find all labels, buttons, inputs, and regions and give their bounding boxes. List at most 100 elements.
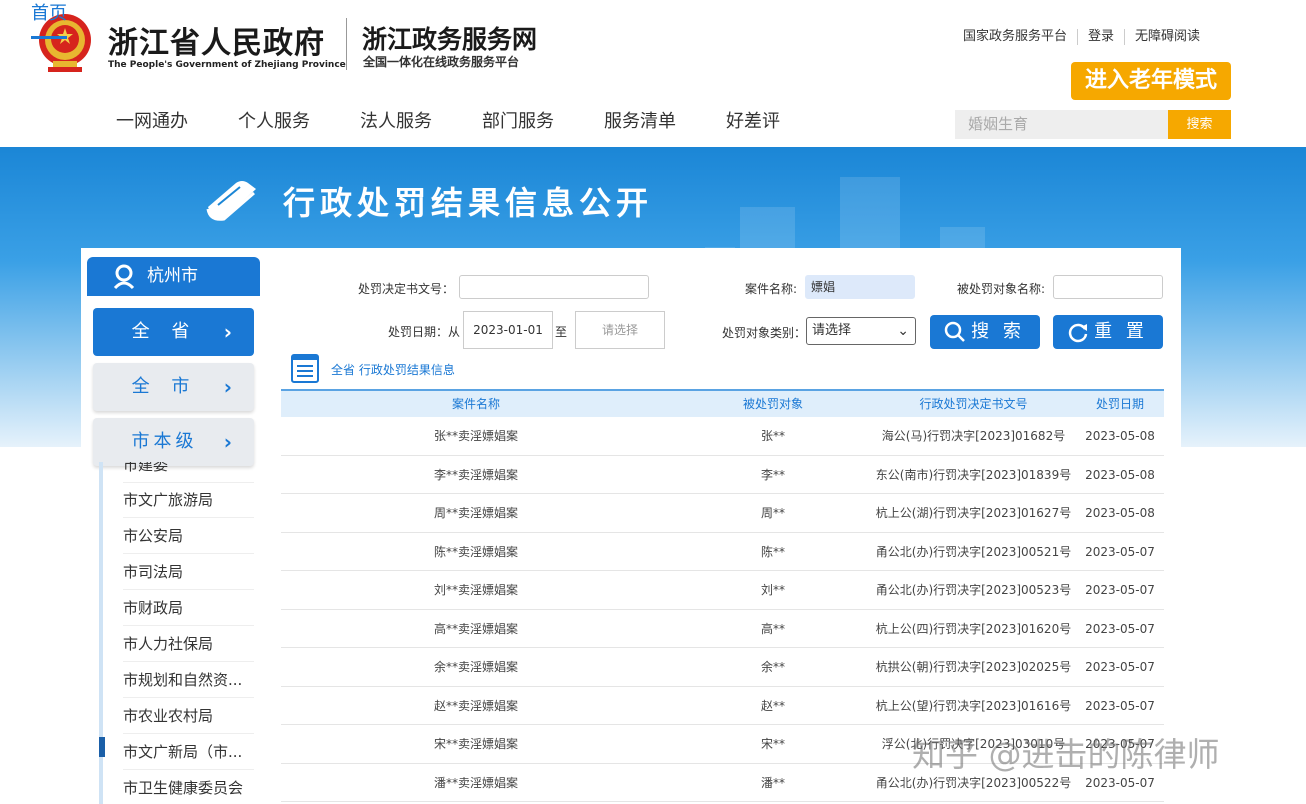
sidebar-item[interactable]: 市公安局	[123, 518, 254, 554]
case-name-input[interactable]: 嫖娼	[805, 275, 915, 299]
nav-home[interactable]: 首页	[31, 0, 67, 39]
cell-doc-no: 甬公北(办)行罚决字[2023]00523号	[875, 583, 1072, 597]
login-link[interactable]: 登录	[1076, 29, 1124, 45]
date-to-label: 至	[555, 325, 568, 339]
cell-case-name[interactable]: 潘**卖淫嫖娼案	[361, 764, 591, 802]
national-platform-link[interactable]: 国家政务服务平台	[953, 29, 1077, 45]
table-row[interactable]: 余**卖淫嫖娼案 余** 杭拱公(朝)行罚决字[2023]02025号 2023-05…	[281, 648, 1164, 687]
sidebar-item[interactable]: 市建委	[123, 462, 254, 483]
nav-one-stop[interactable]: 一网通办	[116, 108, 188, 147]
cell-target: 陈**	[760, 544, 785, 559]
search-button[interactable]: 搜 索	[930, 315, 1040, 349]
cell-target: 刘**	[760, 583, 785, 597]
table-row[interactable]: 李**卖淫嫖娼案 李** 东公(南市)行罚决字[2023]01839号 2023-05…	[281, 456, 1164, 494]
table-row[interactable]: 张**卖淫嫖娼案 张** 海公(马)行罚决字[2023]01682号 2023-05-…	[281, 417, 1164, 456]
gov-title: 浙江省人民政府	[108, 26, 325, 61]
refresh-icon	[1068, 323, 1088, 343]
cell-date: 2023-05-07	[1085, 583, 1155, 597]
location-pin-icon	[113, 264, 135, 290]
cell-doc-no: 海公(马)行罚决字[2023]01682号	[881, 429, 1066, 443]
nav-department[interactable]: 部门服务	[482, 108, 554, 147]
cell-doc-no: 杭上公(四)行罚决字[2023]01620号	[875, 621, 1072, 636]
site-search-button[interactable]: 搜索	[1168, 110, 1231, 139]
cell-target: 张**	[760, 429, 785, 443]
chevron-down-icon: ⌄	[897, 323, 909, 339]
sidebar-item[interactable]: 市卫生健康委员会	[123, 770, 254, 804]
header-divider	[346, 18, 347, 70]
header-date: 处罚日期	[1095, 397, 1144, 411]
nav-personal[interactable]: 个人服务	[238, 108, 310, 147]
sidebar-department-list: 市建委 市文广旅游局 市公安局 市司法局 市财政局 市人力社保局 市规划和自然资…	[93, 462, 254, 804]
cell-case-name[interactable]: 赵**卖淫嫖娼案	[361, 687, 591, 725]
top-links: 国家政务服务平台 登录 无障碍阅读	[953, 29, 1210, 45]
sidebar-province-button[interactable]: 全 省 ›	[93, 308, 254, 356]
target-type-value: 请选择	[812, 323, 852, 338]
cell-case-name[interactable]: 刘**卖淫嫖娼案	[361, 571, 591, 609]
cell-target: 高**	[760, 621, 785, 636]
sidebar-item[interactable]: 市规划和自然资...	[123, 662, 254, 698]
header-target: 被处罚对象	[742, 397, 803, 411]
table-row[interactable]: 赵**卖淫嫖娼案 赵** 杭上公(望)行罚决字[2023]01616号 2023-05…	[281, 687, 1164, 725]
cell-target: 潘**	[760, 775, 785, 790]
nav-service-list[interactable]: 服务清单	[604, 108, 676, 147]
cell-date: 2023-05-08	[1085, 506, 1155, 520]
header-case-name: 案件名称	[451, 397, 500, 411]
cell-date: 2023-05-08	[1085, 467, 1155, 482]
sidebar-item[interactable]: 市财政局	[123, 590, 254, 626]
cell-case-name[interactable]: 李**卖淫嫖娼案	[361, 456, 591, 494]
date-from-input[interactable]: 2023-01-01	[463, 311, 553, 349]
table-header: 案件名称 被处罚对象 行政处罚决定书文号 处罚日期	[281, 389, 1164, 417]
target-name-label: 被处罚对象名称:	[957, 282, 1046, 296]
cell-date: 2023-05-07	[1085, 544, 1155, 559]
sidebar-item[interactable]: 市文广新局（市...	[123, 734, 254, 770]
sidebar-municipal-label: 市本级	[131, 431, 198, 452]
chevron-right-icon: ›	[223, 320, 232, 344]
date-to-input[interactable]: 请选择	[575, 311, 665, 349]
reset-button[interactable]: 重 置	[1053, 315, 1163, 349]
cell-doc-no: 东公(南市)行罚决字[2023]01839号	[875, 467, 1072, 482]
date-label: 处罚日期：从	[388, 325, 461, 339]
sidebar-item[interactable]: 市农业农村局	[123, 698, 254, 734]
cell-case-name[interactable]: 陈**卖淫嫖娼案	[361, 533, 591, 571]
cell-case-name[interactable]: 宋**卖淫嫖娼案	[361, 725, 591, 763]
cell-target: 周**	[760, 506, 785, 520]
chevron-right-icon: ›	[223, 430, 232, 454]
banner-title: 行政处罚结果信息公开	[283, 184, 654, 222]
cell-case-name[interactable]: 周**卖淫嫖娼案	[361, 494, 591, 532]
sidebar-province-label: 全 省	[131, 321, 198, 342]
table-row[interactable]: 陈**卖淫嫖娼案 陈** 甬公北(办)行罚决字[2023]00521号 2023-05…	[281, 533, 1164, 571]
elder-mode-button[interactable]: 进入老年模式	[1071, 62, 1231, 100]
site-search-input[interactable]: 婚姻生育	[955, 110, 1168, 139]
cell-case-name[interactable]: 张**卖淫嫖娼案	[361, 417, 591, 455]
table-row[interactable]: 刘**卖淫嫖娼案 刘** 甬公北(办)行罚决字[2023]00523号 2023-05…	[281, 571, 1164, 610]
cell-date: 2023-05-08	[1085, 429, 1155, 443]
sidebar-item[interactable]: 市文广旅游局	[123, 482, 254, 518]
sidebar-city-button[interactable]: 全 市 ›	[93, 363, 254, 411]
cell-target: 李**	[760, 467, 785, 482]
table-row[interactable]: 高**卖淫嫖娼案 高** 杭上公(四)行罚决字[2023]01620号 2023-05…	[281, 610, 1164, 648]
sidebar-municipal-button[interactable]: 市本级 ›	[93, 418, 254, 466]
cell-target: 宋**	[760, 737, 785, 751]
nav-corporate[interactable]: 法人服务	[360, 108, 432, 147]
cell-doc-no: 甬公北(办)行罚决字[2023]00521号	[875, 544, 1072, 559]
sidebar-item[interactable]: 市人力社保局	[123, 626, 254, 662]
cell-case-name[interactable]: 高**卖淫嫖娼案	[361, 610, 591, 648]
nav-rating[interactable]: 好差评	[726, 108, 780, 147]
sidebar-item[interactable]: 市司法局	[123, 554, 254, 590]
accessibility-link[interactable]: 无障碍阅读	[1123, 29, 1210, 45]
watermark: 知乎 @进击的陈律师	[912, 735, 1220, 774]
service-title[interactable]: 浙江政务服务网	[362, 20, 537, 56]
cell-doc-no: 杭拱公(朝)行罚决字[2023]02025号	[875, 660, 1072, 674]
cell-target: 赵**	[760, 698, 785, 713]
site-header: 浙江省人民政府 The People's Government of Zheji…	[0, 0, 1306, 147]
doc-no-input[interactable]	[459, 275, 649, 299]
cell-date: 2023-05-07	[1085, 621, 1155, 636]
chevron-right-icon: ›	[223, 375, 232, 399]
list-icon	[291, 354, 319, 383]
target-type-select[interactable]: 请选择 ⌄	[806, 317, 916, 345]
breadcrumb: 全省 行政处罚结果信息	[331, 363, 455, 377]
table-row[interactable]: 周**卖淫嫖娼案 周** 杭上公(湖)行罚决字[2023]01627号 2023-05…	[281, 494, 1164, 533]
cell-target: 余**	[760, 660, 785, 674]
target-name-input[interactable]	[1053, 275, 1163, 299]
cell-case-name[interactable]: 余**卖淫嫖娼案	[361, 648, 591, 686]
